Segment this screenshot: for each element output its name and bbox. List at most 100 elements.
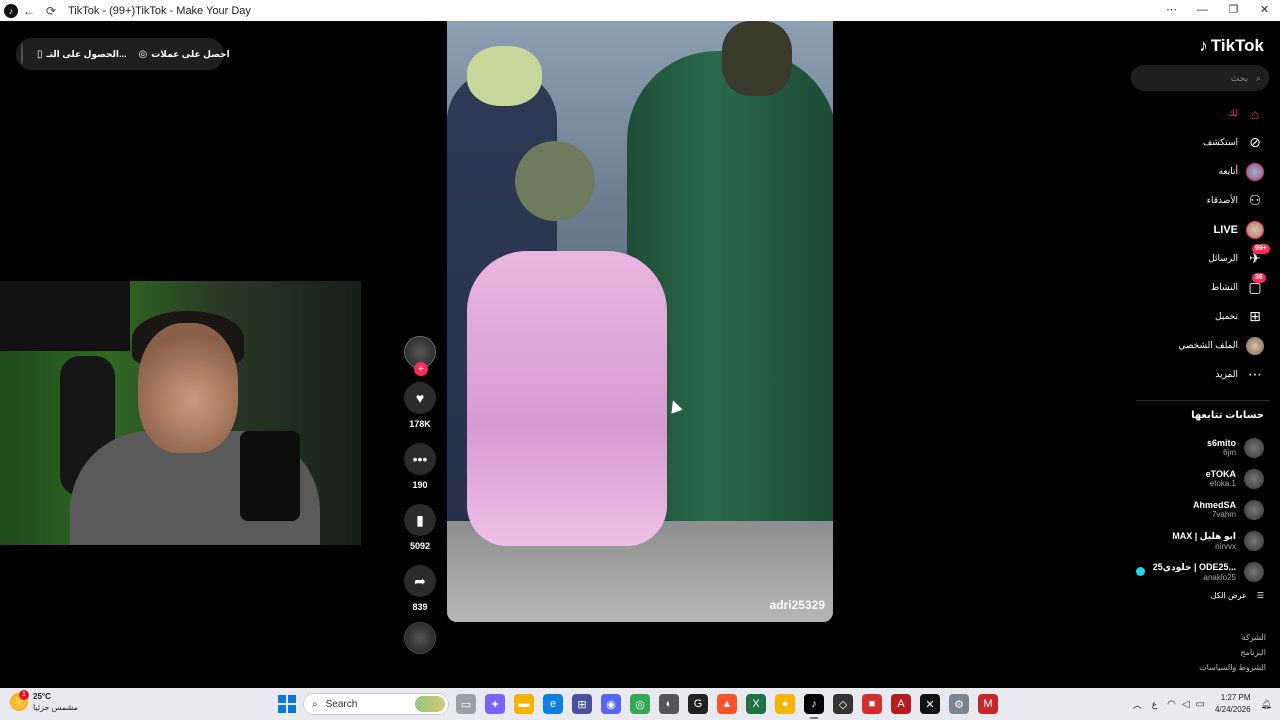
- task-view-icon[interactable]: ▭: [456, 694, 476, 714]
- app-red-icon[interactable]: ■: [862, 694, 882, 714]
- author-avatar[interactable]: +: [404, 336, 436, 376]
- account-username: 7vahm: [1211, 510, 1236, 519]
- taskbar-search-label: Search: [325, 698, 358, 710]
- store-icon[interactable]: ⊞: [572, 694, 592, 714]
- sidebar-item-following[interactable]: أتابعه: [1219, 157, 1264, 186]
- sidebar-item-profile[interactable]: الملف الشخصي: [1178, 331, 1264, 360]
- footer-link-company[interactable]: الشركة: [1242, 633, 1266, 642]
- sidebar-item-more[interactable]: المزيد ⋯: [1215, 360, 1264, 389]
- sidebar-item-upload[interactable]: تحميل ⊞: [1215, 302, 1264, 331]
- footer-link-program[interactable]: البرنامج: [1240, 648, 1266, 657]
- tiktok-logo[interactable]: ♪ TikTok: [1199, 36, 1264, 56]
- logo-text: TikTok: [1210, 36, 1264, 55]
- bookmark-icon[interactable]: ▮: [404, 504, 436, 536]
- account-name: s6mito: [1206, 438, 1236, 448]
- sidebar-item-for-you[interactable]: لك ⌂: [1228, 99, 1264, 128]
- music-disc-icon[interactable]: [404, 622, 436, 654]
- taskbar-search-input[interactable]: ⌕ Search: [303, 693, 449, 715]
- reload-icon[interactable]: ⟳: [40, 4, 62, 18]
- sidebar-item-live[interactable]: LIVE: [1214, 215, 1264, 244]
- battery-icon[interactable]: ▭: [1196, 699, 1205, 710]
- sidebar-item-activity[interactable]: النشاط ▢ 36: [1211, 272, 1266, 302]
- taskbar-apps: ▭ ✦ ▬ e ⊞ ◉ ◎ ◐ G ▲ X ● ♪ ◇ ■ A ✕ ⚙ M: [456, 694, 998, 719]
- video-actions: + ♥ 178K ••• 190 ▮ 5092 ➦ 839: [400, 336, 440, 654]
- list-item[interactable]: خلودي25 | ODE25... anaklo25: [1135, 556, 1264, 587]
- wifi-icon[interactable]: ◠: [1167, 699, 1176, 710]
- video-author-handle[interactable]: adri25329: [770, 598, 825, 612]
- acrobat-icon[interactable]: A: [891, 694, 911, 714]
- sidebar-item-label: LIVE: [1213, 223, 1238, 236]
- discord-icon[interactable]: ◉: [601, 694, 621, 714]
- sidebar-item-label: الرسائل: [1208, 253, 1238, 263]
- friends-icon: ⚇: [1248, 192, 1262, 208]
- app-yellow-icon[interactable]: ●: [775, 694, 795, 714]
- app-black-icon[interactable]: ✕: [920, 694, 940, 714]
- sidebar-item-messages[interactable]: الرسائل ✈ 99+: [1208, 243, 1270, 273]
- close-icon[interactable]: ✕: [1249, 0, 1280, 21]
- language-indicator[interactable]: ع: [1152, 699, 1157, 710]
- sidebar-item-label: الأصدقاء: [1206, 195, 1238, 205]
- like-count: 178K: [409, 419, 431, 429]
- list-item[interactable]: MAX | ابو هليل nirvvx: [1172, 525, 1264, 556]
- obs-icon[interactable]: ◐: [659, 694, 679, 714]
- account-name: MAX | ابو هليل: [1172, 530, 1236, 541]
- settings-gear-icon[interactable]: ⚙: [949, 694, 969, 714]
- footer-link-terms[interactable]: الشروط والسياسات: [1199, 663, 1266, 672]
- weather-badge: 1: [19, 690, 29, 700]
- see-all-button[interactable]: عرض الكل ☰: [1211, 591, 1264, 600]
- share-icon[interactable]: ➦: [404, 565, 436, 597]
- menu-icon[interactable]: ⋯: [1156, 0, 1187, 21]
- get-app-label: الحصول على التـ...: [46, 48, 127, 59]
- brave-icon[interactable]: ▲: [717, 694, 737, 714]
- coin-icon: ◎: [138, 48, 148, 60]
- sidebar-item-friends[interactable]: الأصدقاء ⚇: [1207, 186, 1264, 215]
- share-count: 839: [412, 602, 428, 612]
- excel-icon[interactable]: X: [746, 694, 766, 714]
- footer-links: الشركة البرنامج الشروط والسياسات: [1199, 633, 1266, 672]
- app-icon[interactable]: G: [688, 694, 708, 714]
- restore-icon[interactable]: ❐: [1218, 0, 1249, 21]
- sidebar-item-explore[interactable]: استكشف ⊘: [1203, 128, 1264, 157]
- get-coins-button[interactable]: ◎ احصل على عملات: [138, 49, 229, 60]
- list-item[interactable]: eTOKA etoka.1: [1206, 463, 1264, 494]
- search-icon[interactable]: ⌕: [1256, 73, 1261, 84]
- capcut-icon[interactable]: ◇: [833, 694, 853, 714]
- video-player[interactable]: adri25329: [447, 21, 833, 622]
- sidebar: ♪ TikTok بحث ⌕ لك ⌂ استكشف ⊘ أتابعه الأص…: [1130, 21, 1280, 688]
- weather-widget[interactable]: 1 25°C مشمس جزئيا: [10, 690, 78, 713]
- browser-titlebar: ♪ ← ⟳ TikTok - (99+)TikTok - Make Your D…: [0, 0, 1280, 21]
- chrome-icon[interactable]: ◎: [630, 694, 650, 714]
- sidebar-item-label: المزيد: [1215, 369, 1238, 379]
- list-item[interactable]: s6mito 6jm: [1207, 432, 1264, 463]
- account-name: AhmedSA: [1192, 500, 1236, 510]
- sidebar-item-label: استكشف: [1202, 137, 1238, 147]
- mcafee-icon[interactable]: M: [978, 694, 998, 714]
- tiktok-page: ▯ الحصول على التـ... ◎ احصل على عملات ad…: [0, 21, 1280, 688]
- get-app-button[interactable]: ▯ الحصول على التـ...: [37, 49, 126, 60]
- like-heart-icon[interactable]: ♥: [404, 382, 436, 414]
- start-button-icon[interactable]: [278, 695, 296, 713]
- user-avatar[interactable]: [21, 43, 23, 65]
- sidebar-nav: لك ⌂ استكشف ⊘ أتابعه الأصدقاء ⚇ LIVE الر…: [1178, 99, 1270, 389]
- search-placeholder: بحث: [1230, 72, 1248, 83]
- comment-icon[interactable]: •••: [404, 443, 436, 475]
- messages-badge: 99+: [1252, 243, 1270, 254]
- search-input[interactable]: بحث ⌕: [1131, 65, 1269, 91]
- back-icon[interactable]: ←: [18, 4, 40, 18]
- sidebar-item-label: لك: [1227, 108, 1238, 118]
- see-all-label: عرض الكل: [1210, 591, 1247, 600]
- clock[interactable]: 1:27 PM 4/24/2026: [1215, 692, 1251, 716]
- list-item[interactable]: AhmedSA 7vahm: [1193, 494, 1264, 525]
- chevron-up-icon[interactable]: ︿: [1133, 698, 1142, 711]
- follow-plus-icon[interactable]: +: [414, 362, 428, 376]
- tiktok-icon[interactable]: ♪: [804, 694, 824, 719]
- windows-taskbar: 1 25°C مشمس جزئيا ⌕ Search ▭ ✦ ▬ e ⊞ ◉ ◎…: [0, 688, 1280, 720]
- notification-bell-icon[interactable]: 🔔︎: [1261, 699, 1272, 710]
- copilot-icon[interactable]: ✦: [485, 694, 505, 714]
- volume-icon[interactable]: ◁: [1182, 699, 1190, 710]
- compass-icon: ⊘: [1249, 134, 1261, 150]
- file-explorer-icon[interactable]: ▬: [514, 694, 534, 714]
- edge-icon[interactable]: e: [543, 694, 563, 714]
- weather-sun-icon: 1: [10, 690, 29, 711]
- minimize-icon[interactable]: —: [1187, 0, 1218, 21]
